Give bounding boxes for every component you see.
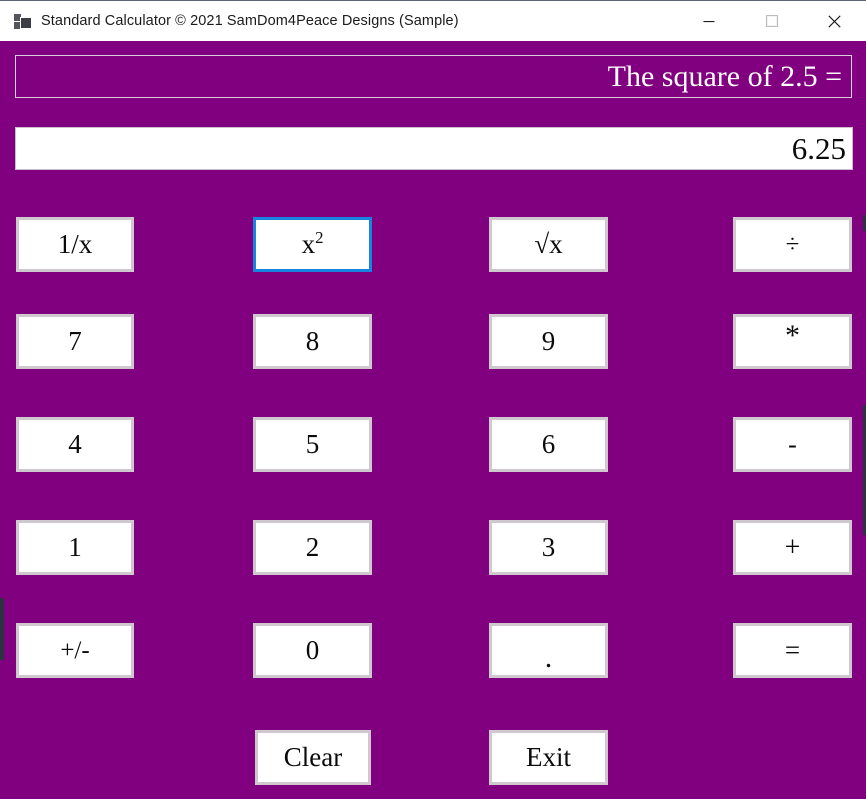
display-field[interactable]: 6.25 [15,127,853,170]
button-label: 1/x [57,229,93,259]
button-label: 5 [305,429,320,459]
expression-text: The square of 2.5 = [607,59,842,93]
digit-2-button[interactable]: 2 [253,520,372,575]
button-label: +/- [60,637,90,664]
close-icon[interactable] [803,1,866,41]
window-controls [677,1,866,41]
button-label: 6 [541,429,556,459]
digit-6-button[interactable]: 6 [489,417,608,472]
digit-7-button[interactable]: 7 [16,314,134,369]
button-label: * [785,318,800,352]
subtract-button[interactable]: - [733,417,852,472]
divide-button[interactable]: ÷ [733,217,852,272]
digit-9-button[interactable]: 9 [489,314,608,369]
maximize-icon[interactable] [740,1,803,41]
button-label: 7 [68,326,82,356]
button-label: Exit [526,742,571,772]
button-label: 1 [68,532,82,562]
decimal-point-button[interactable]: . [489,623,608,678]
button-label: √x [534,229,563,259]
button-label: 3 [541,532,556,562]
button-label: ÷ [785,231,800,258]
square-button[interactable]: x2 [253,217,372,272]
digit-3-button[interactable]: 3 [489,520,608,575]
button-label: + [784,531,801,563]
button-label: x2 [301,228,324,259]
expression-label: The square of 2.5 = [15,55,852,98]
button-label: 4 [68,429,82,459]
button-label: 0 [305,635,320,665]
window-left-edge-artifact [0,598,4,660]
digit-4-button[interactable]: 4 [16,417,134,472]
digit-0-button[interactable]: 0 [253,623,372,678]
display-value: 6.25 [791,131,846,166]
digit-1-button[interactable]: 1 [16,520,134,575]
equals-button[interactable]: = [733,623,852,678]
button-label: 2 [305,532,320,562]
app-windows-forms-icon [14,13,32,30]
button-label: - [788,429,797,459]
minimize-icon[interactable] [677,1,740,41]
reciprocal-button[interactable]: 1/x [16,217,134,272]
calculator-window: Standard Calculator © 2021 SamDom4Peace … [0,0,866,799]
button-label: 8 [305,326,320,356]
digit-8-button[interactable]: 8 [253,314,372,369]
exit-button[interactable]: Exit [489,730,608,785]
digit-5-button[interactable]: 5 [253,417,372,472]
button-label: Clear [283,742,343,772]
title-bar-drag-region[interactable]: Standard Calculator © 2021 SamDom4Peace … [0,1,677,41]
title-bar: Standard Calculator © 2021 SamDom4Peace … [0,0,866,41]
square-root-button[interactable]: √x [489,217,608,272]
keypad: 1/x x2 √x ÷ 7 8 9 * 4 5 6 - 1 2 3 + +/- 0. = Clear Exit [0,0,866,799]
window-title: Standard Calculator © 2021 SamDom4Peace … [41,13,459,29]
sign-toggle-button[interactable]: +/- [16,623,134,678]
multiply-button[interactable]: * [733,314,852,369]
add-button[interactable]: + [733,520,852,575]
button-label: . [544,640,553,674]
button-label: = [784,635,801,665]
clear-button[interactable]: Clear [255,730,371,785]
button-label: 9 [541,326,556,356]
